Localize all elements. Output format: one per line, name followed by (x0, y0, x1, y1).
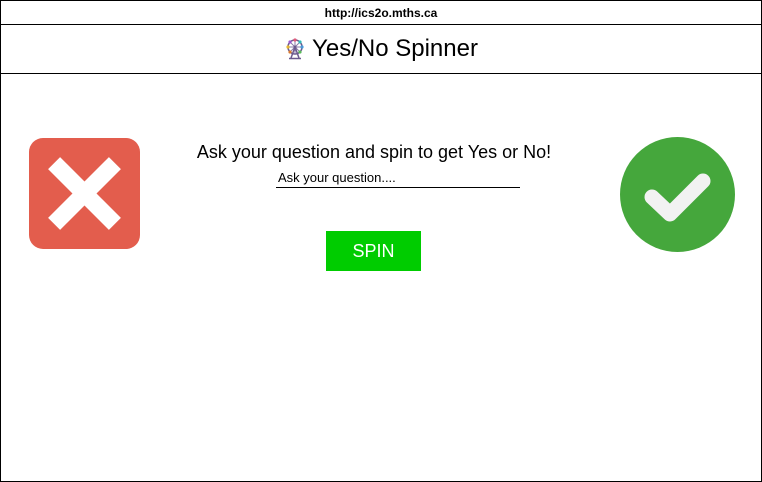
question-input[interactable] (276, 167, 520, 188)
page-title: Yes/No Spinner (312, 35, 478, 62)
page-header: Yes/No Spinner (1, 25, 761, 74)
red-x-icon (29, 138, 140, 249)
green-check-icon (620, 137, 735, 252)
url-bar: http://ics2o.mths.ca (1, 1, 761, 25)
url-text: http://ics2o.mths.ca (324, 5, 438, 20)
ferris-wheel-icon (286, 38, 304, 60)
app-window: http://ics2o.mths.ca Yes/No Spinner Ask … (0, 0, 762, 482)
instruction-text: Ask your question and spin to get Yes or… (196, 142, 552, 162)
spin-button[interactable]: SPIN (326, 231, 421, 271)
